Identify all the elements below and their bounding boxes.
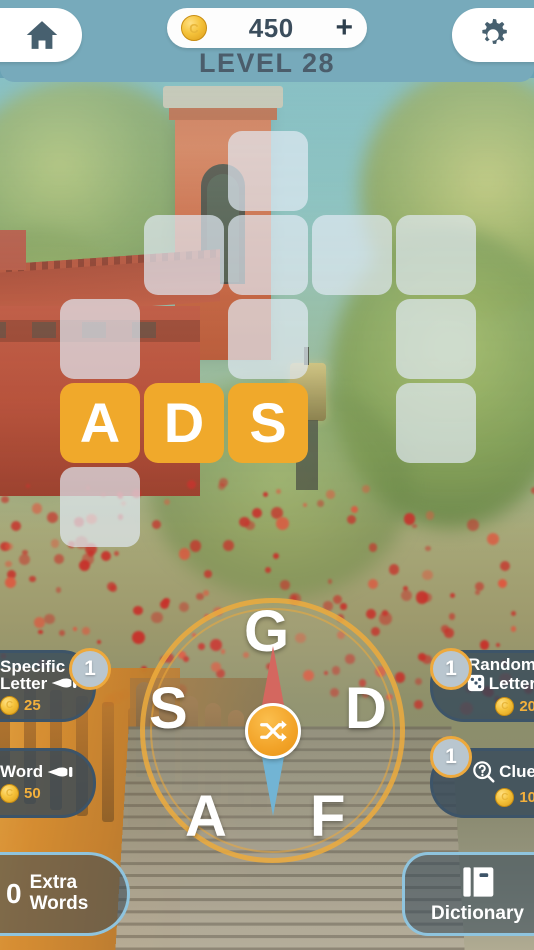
add-coins-button[interactable]: + [335,13,353,43]
clue-cost: C 10 [495,787,534,807]
random-letter-count-badge: 1 [430,648,472,690]
random-letter-cost-value: 20 [519,698,534,715]
extra-words-line2: Words [29,893,89,914]
grid-cell-empty [60,467,140,547]
wheel-needle [244,645,301,816]
clue-count-badge: 1 [430,736,472,778]
grid-cell-empty [228,215,308,295]
grid-cell-letter: D [163,391,205,454]
random-letter-cost: C 20 [495,697,534,716]
extra-words-count: 0 [6,878,22,909]
grid-cell-filled: A [60,383,140,463]
specific-letter-cost: C 25 [0,695,93,715]
level-label: LEVEL 28 [198,48,336,78]
top-bar: C 450 + LEVEL 28 [0,0,534,82]
shuffle-button[interactable] [244,702,301,759]
clue-cost-value: 10 [519,788,534,806]
dictionary-button[interactable]: Dictionary [402,852,534,936]
random-letter-label: Random [468,656,534,673]
gear-icon [482,18,507,44]
extra-words-label: Extra Words [29,872,89,915]
book-icon [462,867,493,897]
clue-label-text: Clue [499,762,534,781]
word-cost-value: 50 [24,785,41,802]
coin-count: 450 [248,12,294,43]
extra-words-line1: Extra [29,872,78,894]
random-letter-line2: Letter [488,673,534,693]
word-label: Word [0,763,93,780]
random-letter-label2: Letter [466,673,534,693]
coin-icon: C [0,695,19,715]
pointing-hand-icon [47,766,73,777]
dictionary-label: Dictionary [431,903,524,924]
coin-icon: C [495,697,515,716]
random-letter-line1: Random [468,655,534,674]
grid-cell-empty [228,131,308,211]
specific-letter-cost-value: 25 [24,696,41,714]
grid-cell-empty [396,383,476,463]
grid-cell-empty [228,299,308,379]
home-icon [26,21,58,49]
home-button[interactable] [0,8,82,62]
settings-button[interactable] [452,8,534,62]
grid-cell-empty [396,299,476,379]
word-cost: C 50 [0,784,93,803]
grid-cell-filled: S [228,383,308,463]
wheel-letter-d[interactable]: D [345,680,387,738]
game-screen: ADS G S D A F Specific Letter C 25 1 Wor… [0,0,534,950]
grid-cell-empty [312,215,392,295]
clue-label: Clue [472,760,534,784]
wheel-letter-s[interactable]: S [149,680,188,738]
word-label-text: Word [0,762,44,781]
coin-icon: C [495,787,515,807]
grid-cell-empty [144,215,224,295]
coin-balance-pill[interactable]: C 450 + [167,8,367,48]
grid-cell-letter: A [79,391,121,454]
specific-letter-count-badge: 1 [69,648,111,690]
grid-cell-empty [396,215,476,295]
wheel-letter-a[interactable]: A [185,788,227,846]
grid-cell-filled: D [144,383,224,463]
specific-letter-line1: Specific [0,656,66,676]
question-magnifier-icon [473,760,495,783]
grid-cell-empty [60,299,140,379]
coin-icon: C [0,784,19,803]
shuffle-icon [259,719,287,742]
wheel-letter-f[interactable]: F [310,788,345,846]
extra-words-button[interactable]: 0 Extra Words [0,852,130,936]
letter-wheel[interactable]: G S D A F [140,598,405,863]
specific-letter-line2: Letter [0,673,48,693]
coin-icon: C [181,15,207,41]
grid-cell-letter: S [249,391,287,454]
hint-word[interactable]: Word C 50 [0,748,96,818]
